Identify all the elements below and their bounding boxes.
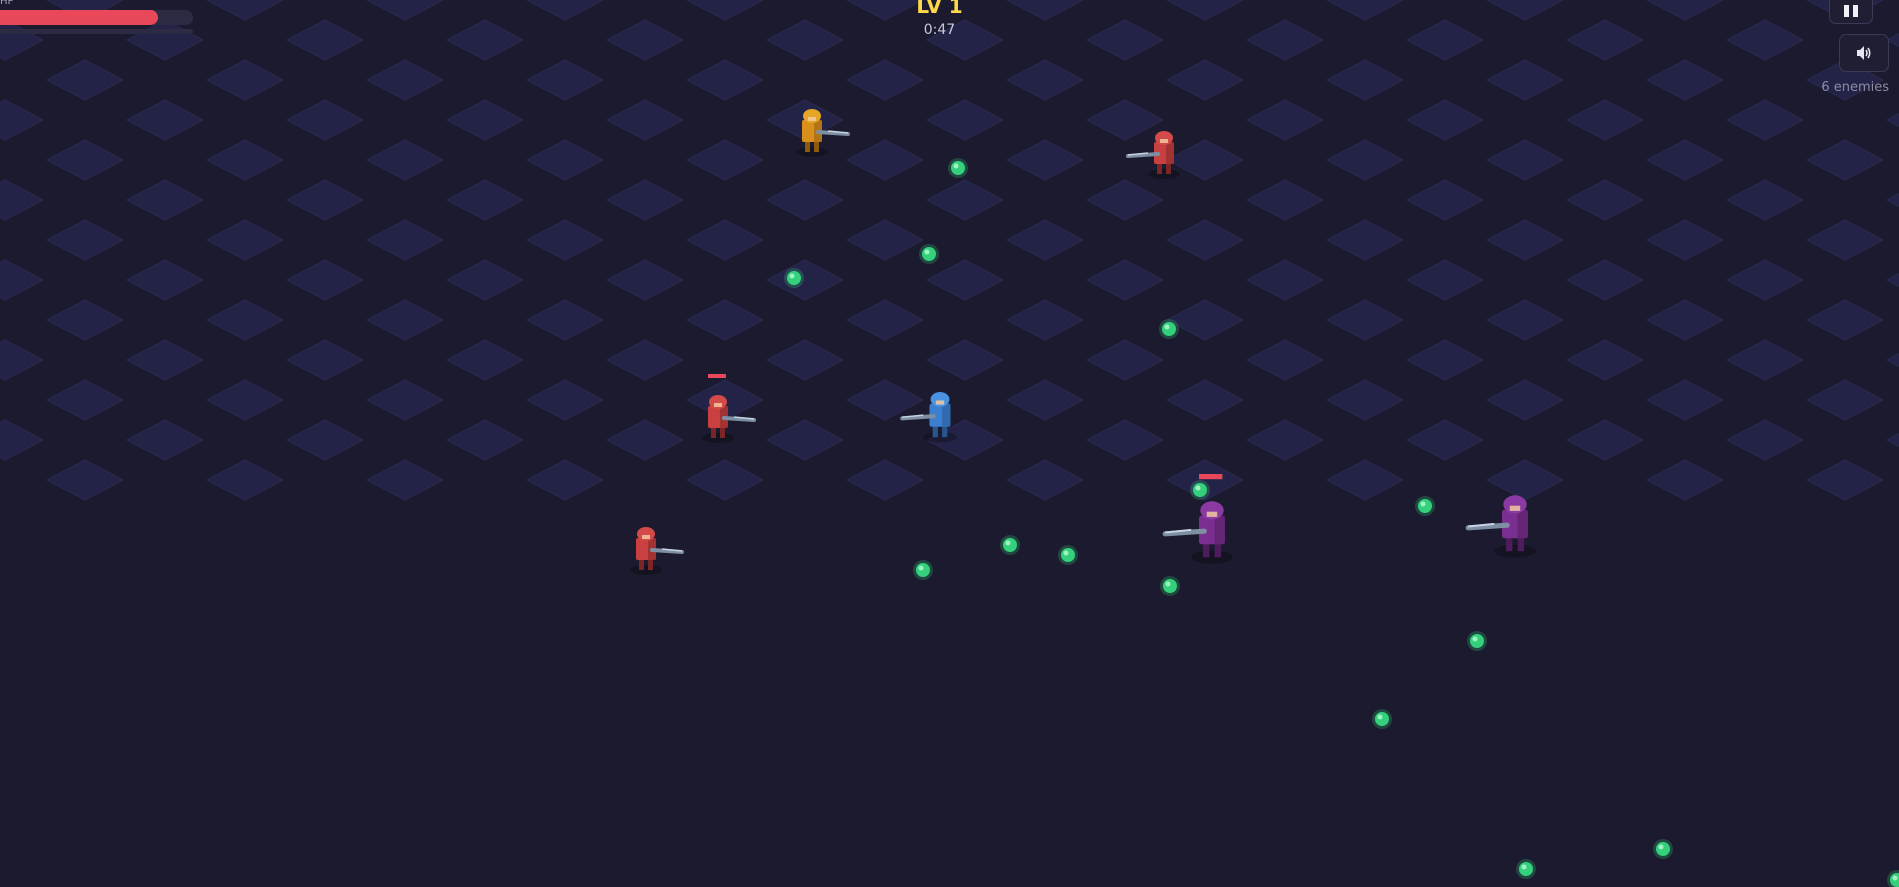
xp-orb	[1653, 839, 1673, 859]
xp-orb	[784, 268, 804, 288]
xp-orb	[1372, 709, 1392, 729]
survival-timer: 0:47	[923, 22, 956, 38]
xp-orb	[1160, 576, 1180, 596]
enemy-red	[630, 527, 684, 575]
xp-orb	[1159, 319, 1179, 339]
enemy-health-bar	[708, 374, 726, 378]
xp-orb	[1190, 480, 1210, 500]
xp-orb	[1058, 545, 1078, 565]
speaker-icon	[1857, 46, 1871, 60]
xp-orb	[1887, 870, 1899, 887]
xp-orb	[1467, 631, 1487, 651]
enemy-red	[1126, 131, 1180, 179]
entities-layer	[630, 109, 1899, 887]
xp-orb	[1000, 535, 1020, 555]
enemy-counter: 6 enemies	[1821, 80, 1889, 95]
enemy-red	[702, 374, 756, 443]
pause-button[interactable]	[1829, 0, 1873, 24]
xp-orb	[919, 244, 939, 264]
xp-orb	[948, 158, 968, 178]
pause-icon	[1844, 5, 1858, 17]
enemy-health-bar	[1199, 474, 1223, 480]
level-indicator: LV 1	[916, 0, 963, 18]
player-character	[900, 392, 957, 443]
enemy-purple	[1465, 495, 1536, 558]
xp-orb	[1516, 859, 1536, 879]
game-viewport[interactable]: HP LV 1 0:47 6 enemies	[0, 0, 1899, 887]
xp-orb	[1415, 496, 1435, 516]
xp-orb	[913, 560, 933, 580]
sound-toggle-button[interactable]	[1839, 34, 1889, 72]
enemy-gold	[796, 109, 850, 157]
